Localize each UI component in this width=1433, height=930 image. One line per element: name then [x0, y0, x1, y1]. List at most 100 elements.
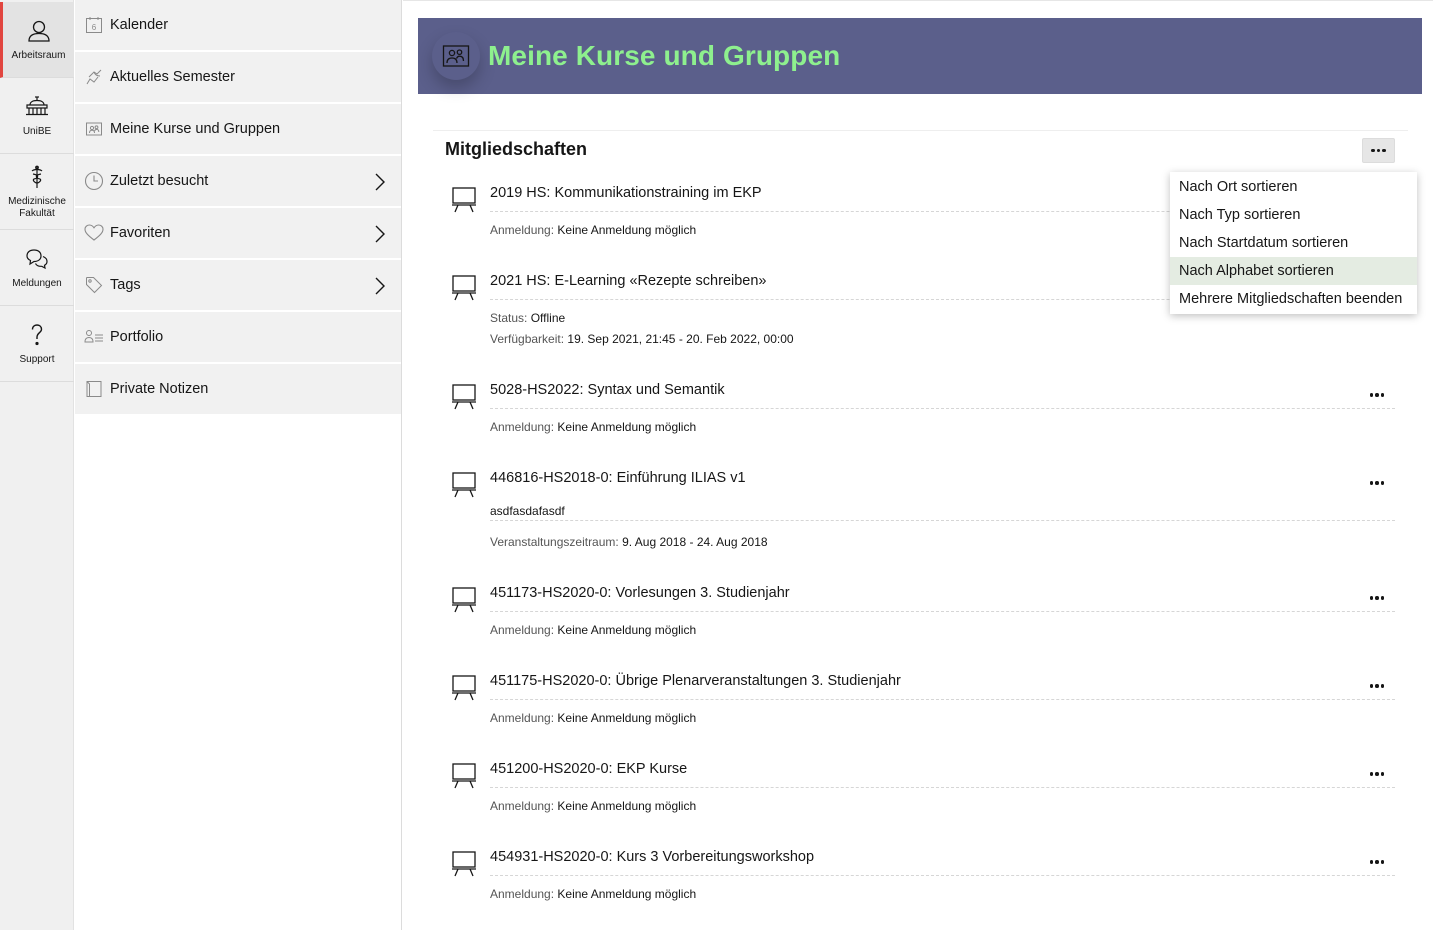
- course-icon[interactable]: [451, 470, 477, 498]
- mainbar-item-meldungen[interactable]: Meldungen: [0, 230, 74, 306]
- slate-item-zuletzt-besucht[interactable]: Zuletzt besucht: [75, 156, 401, 208]
- item-actions-button[interactable]: [1365, 389, 1389, 401]
- mainbar-item-medizinische-fakultaet[interactable]: Medizinische Fakultät: [0, 154, 74, 230]
- course-property: Verfügbarkeit: 19. Sep 2021, 21:45 - 20.…: [490, 332, 794, 346]
- course-icon[interactable]: [451, 761, 477, 789]
- divider: [490, 408, 1395, 409]
- course-title-link[interactable]: 451200-HS2020-0: EKP Kurse: [490, 761, 687, 777]
- property-key: Anmeldung:: [490, 799, 555, 813]
- mainbar-item-arbeitsraum[interactable]: Arbeitsraum: [0, 2, 74, 78]
- property-key: Anmeldung:: [490, 420, 555, 434]
- question-icon: [31, 323, 43, 345]
- menu-item-sort-by-location[interactable]: Nach Ort sortieren: [1170, 173, 1417, 201]
- course-icon[interactable]: [451, 849, 477, 877]
- list-item: 451173-HS2020-0: Vorlesungen 3. Studienj…: [445, 585, 1395, 645]
- panel-actions-button[interactable]: [1362, 138, 1395, 163]
- menu-item-sort-alphabetically[interactable]: Nach Alphabet sortieren: [1170, 257, 1417, 285]
- calendar-icon: 6: [84, 15, 104, 35]
- property-key: Veranstaltungszeitraum:: [490, 535, 619, 549]
- chevron-right-icon: [375, 173, 385, 191]
- calendar-day-number: 6: [92, 23, 97, 32]
- page-title: Meine Kurse und Gruppen: [488, 40, 841, 71]
- slate-item-favoriten[interactable]: Favoriten: [75, 208, 401, 260]
- item-actions-button[interactable]: [1365, 477, 1389, 489]
- more-icon: [1371, 148, 1386, 153]
- institution-icon: [26, 95, 48, 115]
- heart-icon: [84, 223, 104, 243]
- page-header: Meine Kurse und Gruppen: [418, 18, 1422, 94]
- property-key: Anmeldung:: [490, 711, 555, 725]
- course-title-link[interactable]: 451173-HS2020-0: Vorlesungen 3. Studienj…: [490, 585, 790, 601]
- property-value: Keine Anmeldung möglich: [557, 420, 697, 434]
- course-icon[interactable]: [451, 185, 477, 213]
- list-item: 451175-HS2020-0: Übrige Plenarveranstalt…: [445, 673, 1395, 733]
- course-property: Status: Offline: [490, 311, 565, 325]
- property-value: Keine Anmeldung möglich: [557, 223, 697, 237]
- slate-item-private-notizen[interactable]: Private Notizen: [75, 364, 401, 416]
- clock-icon: [84, 171, 104, 191]
- portfolio-icon: [84, 327, 104, 347]
- property-key: Verfügbarkeit:: [490, 332, 565, 346]
- property-value: Keine Anmeldung möglich: [557, 711, 697, 725]
- slate-item-portfolio[interactable]: Portfolio: [75, 312, 401, 364]
- mainbar-label: Medizinische Fakultät: [8, 195, 66, 219]
- mainbar-label: Arbeitsraum: [11, 49, 66, 61]
- menu-item-end-multiple-memberships[interactable]: Mehrere Mitgliedschaften beenden: [1170, 285, 1417, 313]
- property-value: 19. Sep 2021, 21:45 - 20. Feb 2022, 00:0…: [567, 332, 794, 346]
- mainbar-item-support[interactable]: Support: [0, 306, 74, 382]
- slate-item-label: Tags: [110, 277, 141, 293]
- header-icon-badge: [432, 32, 480, 80]
- course-icon[interactable]: [451, 585, 477, 613]
- memberships-panel: Mitgliedschaften 2019 HS: Kommunikations…: [433, 130, 1408, 901]
- divider: [490, 875, 1395, 876]
- course-icon[interactable]: [451, 382, 477, 410]
- slate-item-label: Favoriten: [110, 225, 171, 241]
- slate-item-label: Zuletzt besucht: [110, 173, 209, 189]
- caduceus-icon: [31, 165, 43, 188]
- slate-item-meine-kurse-und-gruppen[interactable]: Meine Kurse und Gruppen: [75, 104, 401, 156]
- property-value: Keine Anmeldung möglich: [557, 799, 697, 813]
- mainbar-item-unibe[interactable]: UniBE: [0, 78, 74, 154]
- more-icon: [1369, 393, 1385, 397]
- course-title-link[interactable]: 2019 HS: Kommunikationstraining im EKP: [490, 185, 762, 201]
- property-key: Anmeldung:: [490, 623, 555, 637]
- slate-item-label: Portfolio: [110, 329, 164, 345]
- property-key: Anmeldung:: [490, 223, 555, 237]
- courses-groups-icon: [442, 45, 470, 67]
- course-title-link[interactable]: 5028-HS2022: Syntax und Semantik: [490, 382, 725, 398]
- property-value: Offline: [530, 311, 566, 325]
- slate-item-tags[interactable]: Tags: [75, 260, 401, 312]
- notes-icon: [84, 379, 104, 399]
- workspace-slate: 6 Kalender Aktuelles Semester Meine Kurs…: [75, 0, 402, 930]
- course-title-link[interactable]: 454931-HS2020-0: Kurs 3 Vorbereitungswor…: [490, 849, 814, 865]
- menu-item-sort-by-type[interactable]: Nach Typ sortieren: [1170, 201, 1417, 229]
- slate-item-aktuelles-semester[interactable]: Aktuelles Semester: [75, 52, 401, 104]
- slate-item-kalender[interactable]: 6 Kalender: [75, 0, 401, 52]
- course-title-link[interactable]: 446816-HS2018-0: Einführung ILIAS v1: [490, 470, 746, 486]
- item-actions-button[interactable]: [1365, 680, 1389, 692]
- chevron-right-icon: [375, 225, 385, 243]
- course-description: asdfasdafasdf: [490, 504, 565, 518]
- more-icon: [1369, 684, 1385, 688]
- divider: [490, 520, 1395, 521]
- mainbar-label: UniBE: [22, 125, 52, 137]
- main-bar: Arbeitsraum UniBE Medizinische Fakultät …: [0, 0, 74, 930]
- course-property: Anmeldung: Keine Anmeldung möglich: [490, 623, 696, 637]
- item-actions-button[interactable]: [1365, 768, 1389, 780]
- item-actions-button[interactable]: [1365, 856, 1389, 868]
- list-item: 5028-HS2022: Syntax und Semantik Anmeldu…: [445, 382, 1395, 442]
- item-actions-button[interactable]: [1365, 592, 1389, 604]
- more-icon: [1369, 772, 1385, 776]
- property-key: Status:: [490, 311, 528, 325]
- course-icon[interactable]: [451, 273, 477, 301]
- course-icon[interactable]: [451, 673, 477, 701]
- mainbar-label: Meldungen: [12, 277, 62, 289]
- menu-item-sort-by-start-date[interactable]: Nach Startdatum sortieren: [1170, 229, 1417, 257]
- property-value: Keine Anmeldung möglich: [557, 887, 697, 901]
- course-title-link[interactable]: 451175-HS2020-0: Übrige Plenarveranstalt…: [490, 673, 901, 689]
- slate-item-label: Meine Kurse und Gruppen: [110, 121, 281, 137]
- course-title-link[interactable]: 2021 HS: E-Learning «Rezepte schreiben»: [490, 273, 766, 289]
- tag-icon: [84, 275, 104, 295]
- user-icon: [27, 20, 50, 42]
- semester-icon: [84, 67, 104, 87]
